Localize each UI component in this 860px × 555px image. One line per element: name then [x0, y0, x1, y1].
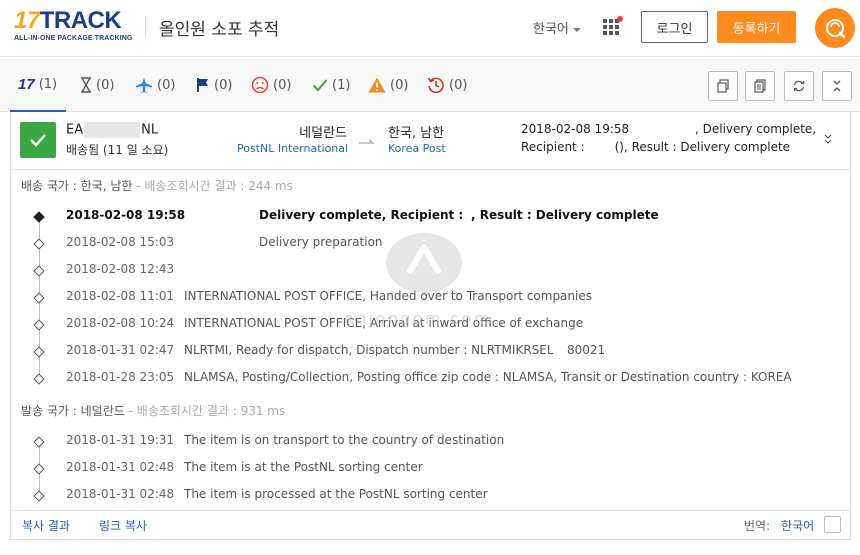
timeline-event: 2018-01-31 02:48 The item is at the Post…	[11, 460, 850, 482]
timeline-event: 2018-01-28 23:05 NLAMSA, Posting/Collect…	[11, 370, 850, 392]
login-button[interactable]: 로그인	[641, 11, 708, 43]
tracking-number[interactable]: EA NL	[66, 122, 158, 138]
tab-pick-up[interactable]: (0)	[196, 58, 232, 112]
language-select[interactable]: 한국어	[533, 18, 581, 37]
collapse-all-button[interactable]	[822, 71, 852, 101]
refresh-button[interactable]	[784, 71, 814, 101]
refresh-icon	[793, 80, 805, 92]
tab-delivered[interactable]: (1)	[312, 58, 350, 112]
filter-toolbar: 17 (1) (0) (0) (0) (0) (1) (0) (0)	[0, 58, 860, 112]
latest-event-desc-line2: Recipient : (), Result : Delivery complet…	[521, 140, 791, 154]
copy-icon	[717, 79, 729, 93]
copy-link-link[interactable]: 링크 복사	[99, 517, 147, 534]
tab-not-found[interactable]: (0)	[80, 58, 114, 112]
timeline-event: 2018-02-08 19:58 Delivery complete, Reci…	[11, 208, 850, 230]
notification-dot	[617, 16, 623, 22]
delivery-status-text: 배송됨 (11 일 소요)	[66, 143, 169, 157]
destination-country: 한국, 남한	[388, 126, 445, 141]
checkmark-icon	[312, 79, 328, 92]
translate-label: 번역:	[744, 519, 771, 533]
timeline-node-icon	[33, 463, 45, 475]
top-header: 17TRACK ALL-IN-ONE PACKAGE TRACKING 올인원 …	[0, 0, 860, 57]
result-footer: 복사 결과 링크 복사 번역: 한국어	[11, 510, 850, 539]
watermark-logo	[386, 233, 462, 293]
tab-alert[interactable]: (0)	[368, 58, 408, 112]
timeline-event: 2018-01-31 02:48 The item is processed a…	[11, 487, 850, 509]
route-arrow-icon	[359, 139, 375, 144]
airplane-icon	[136, 77, 152, 93]
timeline-node-icon	[33, 265, 45, 277]
chevron-down-icon	[572, 27, 581, 32]
logo-tagline: ALL-IN-ONE PACKAGE TRACKING	[14, 35, 133, 42]
latest-event-time: 2018-02-08 19:58	[521, 122, 630, 136]
timeline-node-icon	[33, 373, 45, 385]
timeline-event: 2018-01-31 02:47 NLRTMI, Ready for dispa…	[11, 343, 850, 365]
timeline-node-icon	[33, 490, 45, 502]
latest-event-desc: , Delivery complete,	[695, 122, 817, 136]
destination-section-header: 배송 국가 : 한국, 남한 - 배송조회시간 결과 : 244 ms	[21, 179, 293, 193]
17track-logo[interactable]: 17TRACK ALL-IN-ONE PACKAGE TRACKING	[14, 9, 134, 45]
origin-section-header: 발송 국가 : 네덜란드 - 배송조회시간 결과 : 931 ms	[21, 404, 286, 418]
destination-carrier-link[interactable]: Korea Post	[388, 142, 446, 155]
expand-toggle-icon[interactable]	[822, 132, 834, 146]
watermark-text: anjongom.com	[344, 309, 492, 328]
timeline-node-icon	[33, 319, 45, 331]
timeline-node-icon	[33, 436, 45, 448]
translate-language-select[interactable]: 한국어	[781, 517, 814, 534]
header-divider	[145, 16, 146, 38]
timeline-node-icon	[33, 211, 45, 223]
tab-undelivered[interactable]: (0)	[251, 58, 291, 112]
warning-icon	[368, 77, 386, 93]
delivered-status-icon	[20, 122, 56, 158]
flag-icon	[197, 78, 208, 92]
timeline-node-icon	[33, 292, 45, 304]
timeline-event: 2018-01-31 19:31 The item is on transpor…	[11, 433, 850, 455]
collapse-icon	[833, 80, 841, 92]
tab-all[interactable]: 17 (1)	[10, 58, 66, 112]
origin-carrier-link[interactable]: PostNL International ...	[237, 142, 349, 155]
register-button[interactable]: 등록하기	[717, 11, 796, 43]
copy-button[interactable]	[708, 71, 738, 101]
support-icon[interactable]	[815, 8, 855, 48]
copy-all-button[interactable]	[745, 71, 775, 101]
redaction-mask	[84, 122, 141, 138]
copy-all-icon	[754, 79, 766, 93]
apps-grid-icon[interactable]	[603, 19, 619, 35]
copy-result-link[interactable]: 복사 결과	[22, 517, 70, 534]
tracking-summary-row[interactable]: EA NL 배송됨 (11 일 소요) 네덜란드 PostNL Internati…	[11, 112, 850, 170]
history-icon	[427, 77, 444, 94]
page-title: 올인원 소포 추적	[159, 20, 280, 40]
hourglass-icon	[81, 77, 91, 93]
timeline-node-icon	[33, 238, 45, 250]
timeline-node-icon	[33, 346, 45, 358]
17track-logo-icon: 17	[18, 75, 35, 93]
tab-expired[interactable]: (0)	[427, 58, 467, 112]
sad-face-icon	[251, 76, 269, 94]
translate-checkbox[interactable]	[824, 516, 841, 533]
tab-in-transit[interactable]: (0)	[135, 58, 175, 112]
origin-country: 네덜란드	[299, 126, 347, 141]
